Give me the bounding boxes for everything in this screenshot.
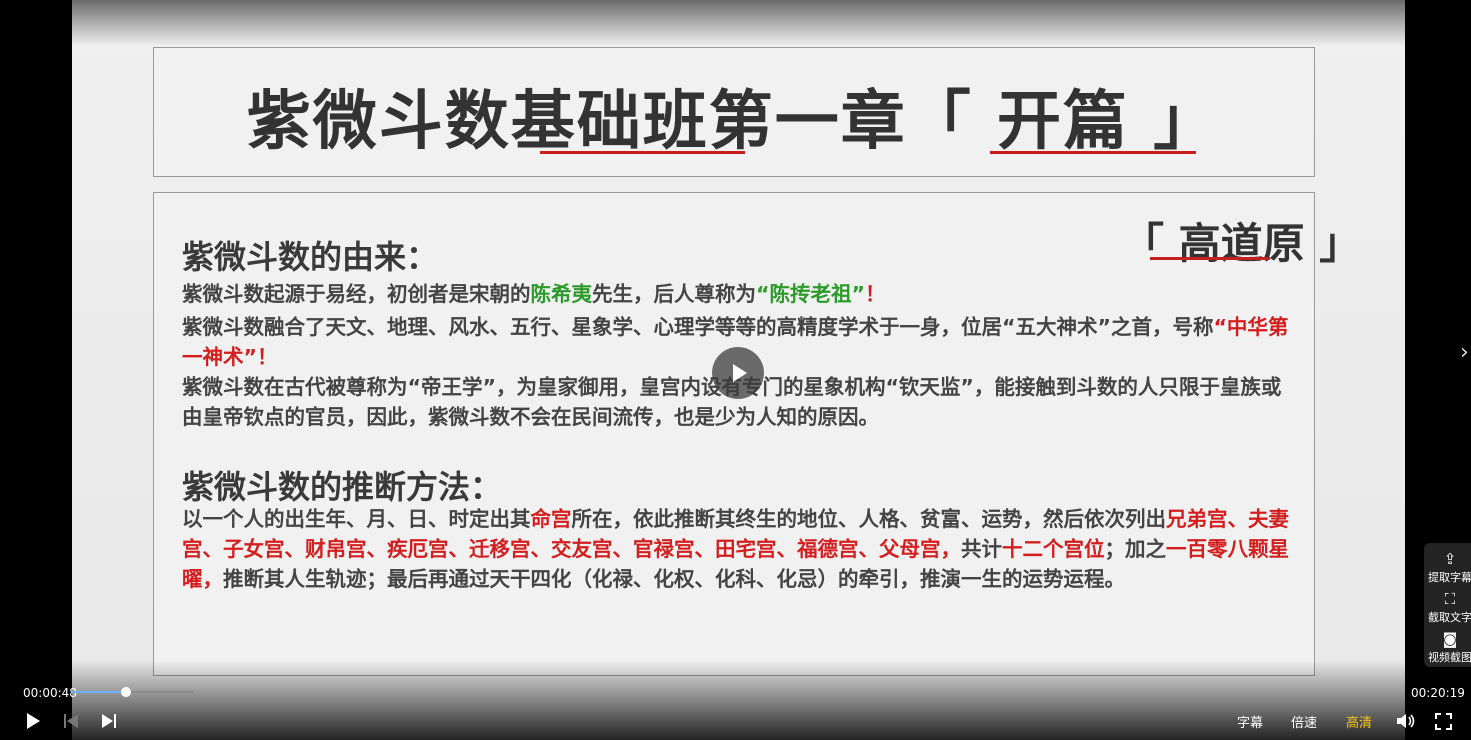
center-play-button[interactable] xyxy=(712,347,764,399)
progress-fill xyxy=(72,691,126,693)
progress-handle[interactable] xyxy=(121,687,131,697)
scan-text-icon: ⛶ xyxy=(1444,590,1456,608)
current-time: 00:00:48 xyxy=(23,686,77,700)
author-name: 「 高道原 」 xyxy=(1122,219,1362,268)
export-icon: ⇪ xyxy=(1443,550,1457,568)
section1-paragraph1: 紫微斗数起源于易经，初创者是宋朝的陈希夷先生，后人尊称为“陈抟老祖”！ xyxy=(182,282,886,306)
total-time: 00:20:19 xyxy=(1411,686,1465,700)
volume-icon[interactable] xyxy=(1396,712,1416,730)
title-underline-1 xyxy=(540,151,745,154)
capture-text-button[interactable]: ⛶ 截取文字 xyxy=(1428,591,1471,625)
play-icon[interactable] xyxy=(27,713,40,729)
previous-icon[interactable] xyxy=(64,713,78,729)
extract-subtitle-button[interactable]: ⇪ 提取字幕 xyxy=(1428,551,1471,585)
video-area[interactable]: 紫微斗数基础班第一章「 开篇 」 「 高道原 」 紫微斗数的由来： 紫微斗数起源… xyxy=(72,0,1405,740)
subtitle-button[interactable]: 字幕 xyxy=(1237,712,1263,731)
fullscreen-icon[interactable] xyxy=(1435,713,1452,730)
section1-heading: 紫微斗数的由来： xyxy=(182,238,439,276)
section2-paragraph: 以一个人的出生年、月、日、时定出其命宫所在，依此推断其终生的地位、人格、贫富、运… xyxy=(182,507,1289,591)
video-screenshot-button[interactable]: ◙ 视频截图 xyxy=(1428,631,1471,665)
top-shade xyxy=(72,0,1405,46)
title-underline-2 xyxy=(990,151,1196,154)
section2-heading: 紫微斗数的推断方法： xyxy=(182,468,503,506)
controls-shade xyxy=(72,660,1405,740)
next-icon[interactable] xyxy=(102,713,116,729)
side-tool-panel: ⇪ 提取字幕 ⛶ 截取文字 ◙ 视频截图 xyxy=(1424,543,1471,667)
camera-icon: ◙ xyxy=(1442,630,1458,648)
author-underline xyxy=(1150,257,1270,260)
slide-title: 紫微斗数基础班第一章「 开篇 」 xyxy=(246,85,1220,159)
speed-button[interactable]: 倍速 xyxy=(1291,712,1317,731)
quality-button[interactable]: 高清 xyxy=(1346,712,1372,731)
next-chevron-icon[interactable]: › xyxy=(1460,340,1469,365)
